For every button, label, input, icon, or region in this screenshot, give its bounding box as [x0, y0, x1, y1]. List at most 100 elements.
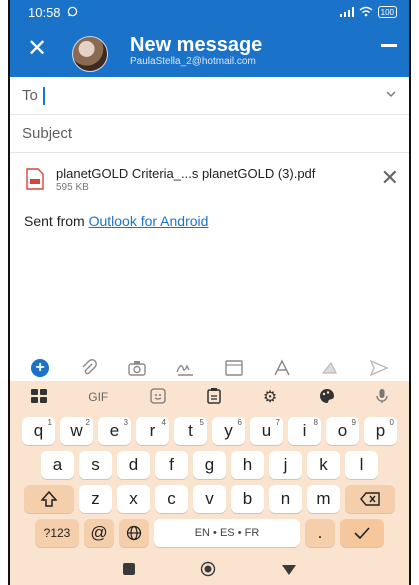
key-m[interactable]: m	[307, 485, 340, 513]
backspace-icon	[360, 492, 380, 506]
space-bar[interactable]: EN • ES • FR	[154, 519, 300, 547]
sticker-icon[interactable]	[150, 387, 166, 407]
enter-key[interactable]	[340, 519, 384, 547]
send-message-icon[interactable]	[369, 358, 389, 378]
pdf-file-icon	[26, 168, 44, 190]
key-y[interactable]: y6	[212, 417, 245, 445]
key-label: r	[149, 421, 156, 440]
signature-link[interactable]: Outlook for Android	[89, 213, 209, 229]
key-z[interactable]: z	[79, 485, 112, 513]
back-icon[interactable]	[282, 562, 297, 580]
key-a[interactable]: a	[41, 451, 74, 479]
gif-button[interactable]: GIF	[88, 390, 108, 404]
key-v[interactable]: v	[193, 485, 226, 513]
key-label: o	[337, 421, 348, 440]
status-time: 10:58	[28, 4, 61, 20]
key-q[interactable]: q1	[22, 417, 55, 445]
soft-keyboard: GIF ⚙ q1 w2 e3 r4 t5 y6 u7 i8 o9 p 0 a s…	[10, 381, 409, 557]
grid-icon[interactable]	[30, 388, 47, 406]
symbols-key[interactable]: ?123	[35, 519, 79, 547]
signature-prefix: Sent from	[24, 213, 89, 229]
key-x[interactable]: x	[117, 485, 150, 513]
key-row-4: ?123 @ EN • ES • FR .	[10, 519, 409, 549]
key-label: e	[109, 421, 120, 440]
page-title: New message	[130, 34, 263, 56]
checkmark-icon	[354, 527, 370, 539]
format-toolbar: +	[10, 356, 409, 380]
wifi-icon	[359, 5, 373, 20]
shift-key[interactable]	[24, 485, 74, 513]
language-globe-key[interactable]	[119, 519, 149, 547]
camera-icon[interactable]	[127, 358, 147, 378]
status-bar: 10:58 100	[10, 0, 409, 24]
period-key[interactable]: .	[305, 519, 335, 547]
avatar[interactable]	[72, 36, 108, 72]
attach-icon[interactable]	[79, 358, 99, 378]
key-row-2: a s d f g h j k l	[10, 451, 409, 481]
signature-icon[interactable]	[175, 358, 195, 378]
key-l[interactable]: l	[345, 451, 378, 479]
dictation-icon[interactable]	[320, 358, 340, 378]
key-r[interactable]: r4	[136, 417, 169, 445]
key-i[interactable]: i8	[288, 417, 321, 445]
key-number: 0	[389, 418, 394, 427]
subject-field[interactable]: Subject	[10, 115, 409, 153]
home-icon[interactable]	[200, 561, 216, 582]
key-number: 9	[351, 418, 356, 427]
remove-attachment-icon[interactable]: ✕	[381, 167, 399, 189]
text-format-icon[interactable]	[272, 358, 292, 378]
key-j[interactable]: j	[269, 451, 302, 479]
key-label: i	[302, 421, 307, 440]
key-t[interactable]: t5	[174, 417, 207, 445]
key-b[interactable]: b	[231, 485, 264, 513]
plus-icon[interactable]: +	[30, 358, 50, 378]
message-body[interactable]: Sent from Outlook for Android	[24, 213, 208, 229]
key-u[interactable]: u7	[250, 417, 283, 445]
key-s[interactable]: s	[79, 451, 112, 479]
key-g[interactable]: g	[193, 451, 226, 479]
battery-level: 100	[380, 7, 394, 17]
settings-gear-icon[interactable]: ⚙	[263, 387, 277, 407]
key-o[interactable]: o9	[326, 417, 359, 445]
key-number: 8	[313, 418, 318, 427]
key-d[interactable]: d	[117, 451, 150, 479]
subject-placeholder: Subject	[22, 125, 73, 142]
key-n[interactable]: n	[269, 485, 302, 513]
key-w[interactable]: w2	[60, 417, 93, 445]
account-email: PaulaStella_2@hotmail.com	[130, 56, 256, 67]
key-number: 3	[123, 418, 128, 427]
key-p[interactable]: p0	[364, 417, 397, 445]
key-f[interactable]: f	[155, 451, 188, 479]
battery-icon: 100	[377, 6, 397, 18]
key-number: 6	[237, 418, 242, 427]
key-e[interactable]: e3	[98, 417, 131, 445]
backspace-key[interactable]	[345, 485, 395, 513]
recents-icon[interactable]	[122, 562, 135, 580]
key-number: 2	[85, 418, 90, 427]
chevron-down-icon[interactable]	[385, 87, 397, 99]
to-label: To	[22, 87, 38, 104]
clipboard-icon[interactable]	[207, 387, 222, 407]
signal-icon	[339, 5, 354, 20]
key-label: p	[375, 421, 386, 440]
text-cursor	[42, 86, 45, 105]
system-nav-bar	[10, 557, 409, 585]
key-number: 7	[275, 418, 280, 427]
key-label: u	[261, 421, 272, 440]
close-icon[interactable]: ✕	[24, 36, 50, 62]
globe-icon	[126, 525, 142, 541]
key-row-1: q1 w2 e3 r4 t5 y6 u7 i8 o9 p0	[10, 417, 409, 447]
whatsapp-icon	[67, 5, 78, 20]
phone-screen: 10:58 100 ✕ New message PaulaStella_2@ho…	[8, 0, 411, 585]
attachment-item[interactable]: planetGOLD Criteria_...s planetGOLD (3).…	[10, 153, 409, 205]
key-c[interactable]: c	[155, 485, 188, 513]
microphone-icon[interactable]	[376, 388, 388, 407]
table-icon[interactable]	[224, 358, 244, 378]
to-field[interactable]: To	[10, 77, 409, 115]
shift-arrow-icon	[41, 491, 57, 507]
send-icon[interactable]	[381, 44, 397, 47]
at-key[interactable]: @	[84, 519, 114, 547]
key-h[interactable]: h	[231, 451, 264, 479]
palette-icon[interactable]	[319, 388, 335, 407]
key-k[interactable]: k	[307, 451, 340, 479]
